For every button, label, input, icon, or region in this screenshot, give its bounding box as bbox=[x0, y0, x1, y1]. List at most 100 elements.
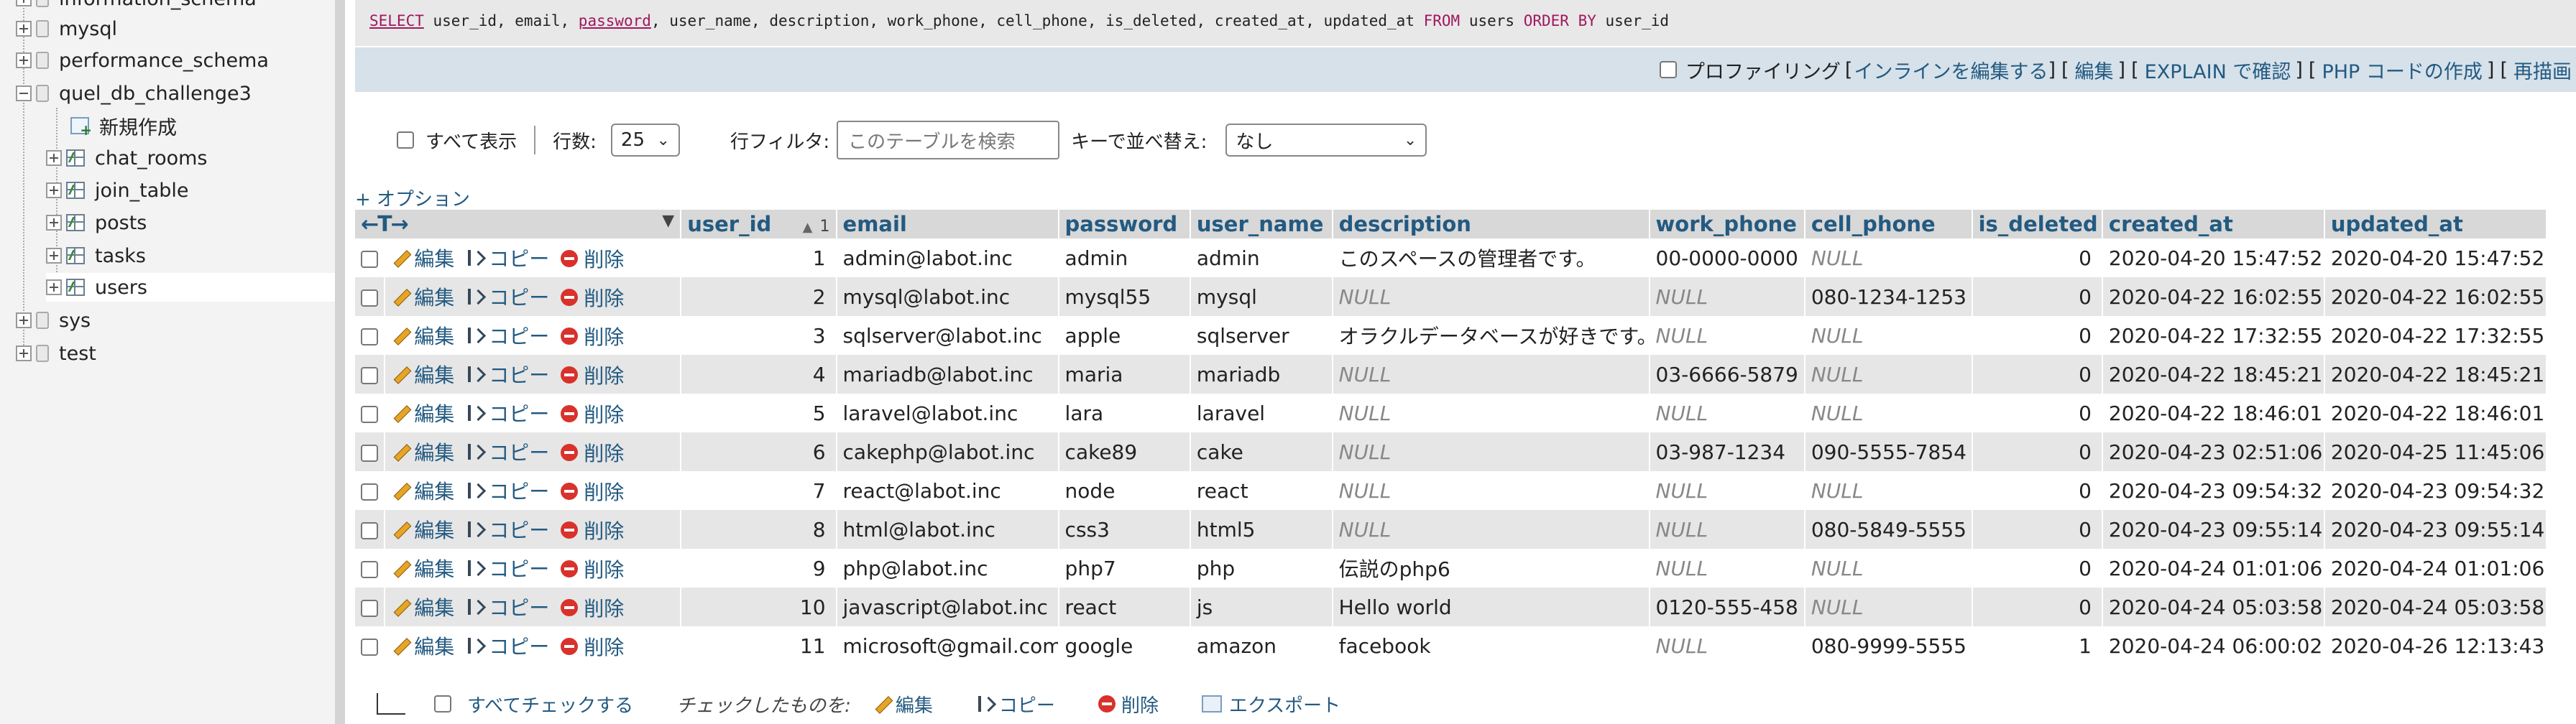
cell-email[interactable]: html@labot.inc bbox=[836, 510, 1059, 549]
cell-updated-at[interactable]: 2020-04-24 01:01:06 bbox=[2324, 549, 2547, 588]
cell-email[interactable]: mysql@labot.inc bbox=[836, 277, 1059, 316]
cell-description[interactable]: NULL bbox=[1332, 432, 1650, 471]
row-delete-button[interactable]: 削除 bbox=[561, 283, 624, 312]
row-checkbox[interactable] bbox=[361, 599, 378, 617]
expand-icon[interactable] bbox=[46, 182, 62, 198]
column-header-updated-at[interactable]: updated_at bbox=[2324, 210, 2548, 238]
row-checkbox[interactable] bbox=[361, 405, 378, 423]
cell-user-id[interactable]: 6 bbox=[681, 432, 837, 471]
row-checkbox[interactable] bbox=[361, 328, 378, 345]
cell-email[interactable]: javascript@labot.inc bbox=[836, 588, 1059, 626]
table-row[interactable]: 編集 コピー 削除 5 laravel@labot.inc lara laravel NULL… bbox=[355, 394, 2547, 432]
cell-updated-at[interactable]: 2020-04-23 09:54:32 bbox=[2324, 471, 2547, 510]
row-copy-button[interactable]: コピー bbox=[466, 243, 549, 272]
cell-cell-phone[interactable]: NULL bbox=[1804, 471, 1972, 510]
column-header-password[interactable]: password bbox=[1058, 210, 1191, 238]
sidebar-item-quel-db-challenge3[interactable]: quel_db_challenge3 bbox=[16, 79, 252, 108]
cell-email[interactable]: laravel@labot.inc bbox=[836, 394, 1059, 432]
table-row[interactable]: 編集 コピー 削除 11 microsoft@gmail.com google amazon… bbox=[355, 626, 2547, 665]
inline-edit-link[interactable]: インラインを編集する bbox=[1854, 56, 2048, 84]
cell-updated-at[interactable]: 2020-04-22 17:32:55 bbox=[2324, 316, 2547, 355]
row-edit-button[interactable]: 編集 bbox=[391, 515, 454, 544]
table-row[interactable]: 編集 コピー 削除 8 html@labot.inc css3 html5 NULL NULL 0… bbox=[355, 510, 2547, 549]
sidebar-item-tasks[interactable]: tasks bbox=[46, 241, 146, 270]
cell-updated-at[interactable]: 2020-04-23 09:55:14 bbox=[2324, 510, 2547, 549]
row-edit-button[interactable]: 編集 bbox=[391, 321, 454, 350]
show-all-checkbox[interactable] bbox=[397, 131, 414, 149]
cell-created-at[interactable]: 2020-04-22 18:46:01 bbox=[2102, 394, 2324, 432]
cell-updated-at[interactable]: 2020-04-24 05:03:58 bbox=[2324, 588, 2547, 626]
cell-user-name[interactable]: php bbox=[1190, 549, 1333, 588]
cell-is-deleted[interactable]: 0 bbox=[1972, 432, 2102, 471]
cell-updated-at[interactable]: 2020-04-26 12:13:43 bbox=[2324, 626, 2547, 665]
cell-is-deleted[interactable]: 0 bbox=[1972, 238, 2102, 277]
row-delete-button[interactable]: 削除 bbox=[561, 593, 624, 622]
row-delete-button[interactable]: 削除 bbox=[561, 516, 624, 544]
cell-is-deleted[interactable]: 0 bbox=[1972, 277, 2102, 316]
table-row[interactable]: 編集 コピー 削除 9 php@labot.inc php7 php 伝説のphp6 NULL N… bbox=[355, 549, 2547, 588]
bulk-delete-button[interactable]: 削除 bbox=[1098, 691, 1159, 718]
cell-work-phone[interactable]: 03-987-1234 bbox=[1649, 432, 1805, 471]
row-copy-button[interactable]: コピー bbox=[466, 631, 549, 660]
cell-cell-phone[interactable]: NULL bbox=[1804, 549, 1972, 588]
cell-created-at[interactable]: 2020-04-22 18:45:21 bbox=[2102, 355, 2324, 394]
cell-is-deleted[interactable]: 0 bbox=[1972, 355, 2102, 394]
bulk-copy-button[interactable]: コピー bbox=[976, 691, 1055, 718]
cell-password[interactable]: css3 bbox=[1058, 510, 1190, 549]
row-edit-button[interactable]: 編集 bbox=[391, 360, 454, 389]
row-checkbox[interactable] bbox=[361, 250, 378, 268]
cell-is-deleted[interactable]: 0 bbox=[1972, 471, 2102, 510]
sidebar-item-mysql[interactable]: mysql bbox=[16, 14, 117, 43]
sidebar-item-test[interactable]: test bbox=[16, 339, 96, 368]
row-copy-button[interactable]: コピー bbox=[466, 593, 549, 621]
cell-password[interactable]: react bbox=[1058, 588, 1190, 626]
cell-updated-at[interactable]: 2020-04-22 16:02:55 bbox=[2324, 277, 2547, 316]
cell-user-id[interactable]: 8 bbox=[681, 510, 837, 549]
cell-work-phone[interactable]: 00-0000-0000 bbox=[1649, 238, 1805, 277]
cell-user-id[interactable]: 2 bbox=[681, 277, 837, 316]
cell-work-phone[interactable]: NULL bbox=[1649, 549, 1805, 588]
cell-cell-phone[interactable]: 090-5555-7854 bbox=[1804, 432, 1972, 471]
row-edit-button[interactable]: 編集 bbox=[391, 399, 454, 427]
collapse-icon[interactable] bbox=[16, 85, 32, 101]
row-edit-button[interactable]: 編集 bbox=[391, 631, 454, 660]
cell-email[interactable]: microsoft@gmail.com bbox=[836, 626, 1059, 665]
cell-user-name[interactable]: js bbox=[1190, 588, 1333, 626]
row-edit-button[interactable]: 編集 bbox=[391, 554, 454, 583]
expand-icon[interactable] bbox=[46, 150, 62, 166]
expand-icon[interactable] bbox=[16, 345, 32, 361]
table-row[interactable]: 編集 コピー 削除 10 javascript@labot.inc react js Hell… bbox=[355, 588, 2547, 626]
cell-cell-phone[interactable]: 080-9999-5555 bbox=[1804, 626, 1972, 665]
expand-icon[interactable] bbox=[46, 215, 62, 231]
table-row[interactable]: 編集 コピー 削除 1 admin@labot.inc admin admin このスペースの… bbox=[355, 238, 2547, 277]
cell-is-deleted[interactable]: 0 bbox=[1972, 549, 2102, 588]
cell-email[interactable]: react@labot.inc bbox=[836, 471, 1059, 510]
cell-cell-phone[interactable]: 080-5849-5555 bbox=[1804, 510, 1972, 549]
cell-password[interactable]: lara bbox=[1058, 394, 1190, 432]
expand-icon[interactable] bbox=[16, 52, 32, 68]
cell-created-at[interactable]: 2020-04-24 06:00:02 bbox=[2102, 626, 2324, 665]
cell-updated-at[interactable]: 2020-04-22 18:46:01 bbox=[2324, 394, 2547, 432]
bulk-export-button[interactable]: エクスポート bbox=[1201, 691, 1340, 718]
cell-cell-phone[interactable]: NULL bbox=[1804, 355, 1972, 394]
cell-password[interactable]: cake89 bbox=[1058, 432, 1190, 471]
cell-work-phone[interactable]: NULL bbox=[1649, 277, 1805, 316]
cell-user-id[interactable]: 10 bbox=[681, 588, 837, 626]
cell-description[interactable]: 伝説のphp6 bbox=[1332, 549, 1650, 588]
sidebar-item-users[interactable]: users bbox=[46, 273, 335, 302]
table-row[interactable]: 編集 コピー 削除 7 react@labot.inc node react NULL NULL… bbox=[355, 471, 2547, 510]
row-delete-button[interactable]: 削除 bbox=[561, 477, 624, 506]
cell-updated-at[interactable]: 2020-04-20 15:47:52 bbox=[2324, 238, 2547, 277]
cell-password[interactable]: mysql55 bbox=[1058, 277, 1190, 316]
cell-user-name[interactable]: admin bbox=[1190, 238, 1333, 277]
cell-user-name[interactable]: mariadb bbox=[1190, 355, 1333, 394]
row-checkbox[interactable] bbox=[361, 444, 378, 462]
php-code-link[interactable]: PHP コードの作成 bbox=[2322, 56, 2482, 84]
cell-password[interactable]: apple bbox=[1058, 316, 1190, 355]
row-checkbox[interactable] bbox=[361, 521, 378, 539]
check-all-checkbox[interactable] bbox=[434, 695, 451, 713]
row-edit-button[interactable]: 編集 bbox=[391, 437, 454, 466]
cell-updated-at[interactable]: 2020-04-22 18:45:21 bbox=[2324, 355, 2547, 394]
cell-description[interactable]: NULL bbox=[1332, 471, 1650, 510]
cell-work-phone[interactable]: NULL bbox=[1649, 510, 1805, 549]
